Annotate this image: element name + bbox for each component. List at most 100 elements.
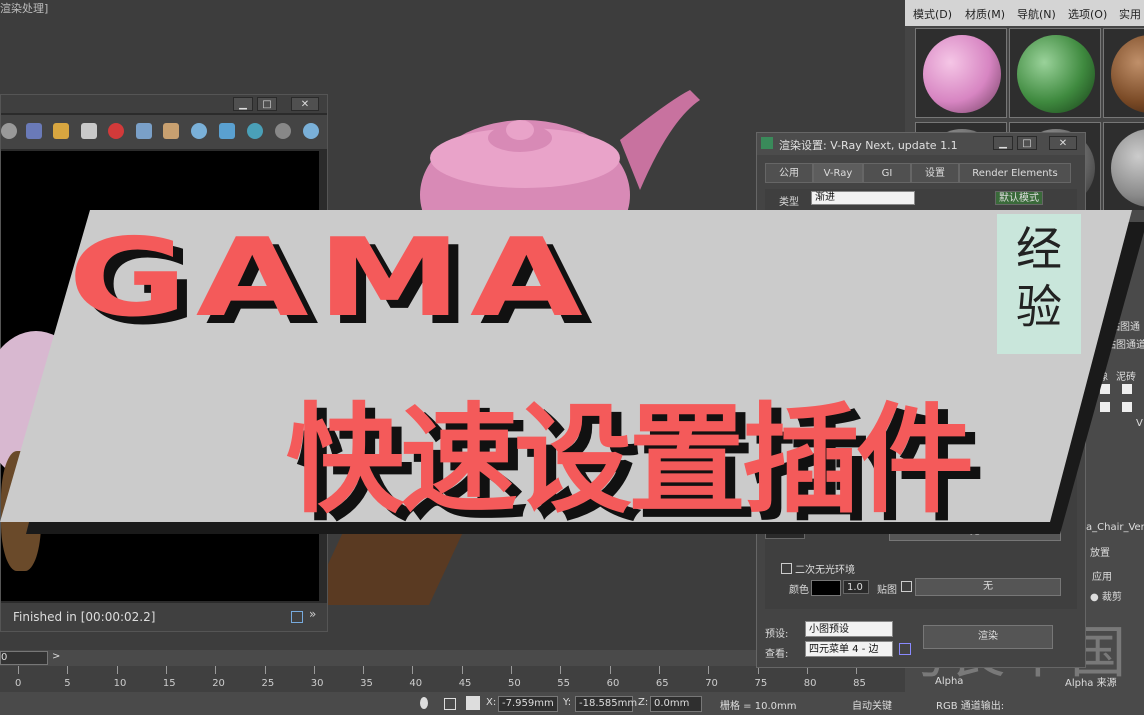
crop-radio[interactable]: ● 裁剪 xyxy=(1090,588,1122,603)
timeline-tick xyxy=(511,666,512,674)
tab-gi[interactable]: GI xyxy=(863,163,911,183)
next-frame-arrow[interactable]: > xyxy=(52,651,60,662)
close-button[interactable]: ✕ xyxy=(1049,136,1077,150)
timeline-tick-label: 55 xyxy=(557,678,571,689)
checkbox[interactable] xyxy=(1122,384,1132,394)
save-icon[interactable] xyxy=(26,123,42,139)
view-dropdown[interactable]: 四元菜单 4 - 边 xyxy=(805,641,893,657)
interactive-icon[interactable] xyxy=(247,123,263,139)
render-button[interactable]: 渲染 xyxy=(923,625,1053,649)
timeline-tick xyxy=(658,666,660,674)
render-icon[interactable] xyxy=(303,123,319,139)
map-button[interactable]: 无 xyxy=(889,523,1061,541)
timeline-tick-label: 70 xyxy=(705,678,718,689)
render-setup-dialog[interactable]: 渲染设置: V-Ray Next, update 1.1 ▁ □ ✕ 公用 V-… xyxy=(756,132,1086,668)
default-mode-badge[interactable]: 默认模式 xyxy=(995,191,1043,205)
color-swatch[interactable] xyxy=(765,525,805,539)
x-coordinate-field[interactable]: -7.959mm xyxy=(498,696,558,712)
menu-utilities[interactable]: 实用 xyxy=(1119,6,1141,22)
channel-icon[interactable] xyxy=(1,123,17,139)
y-label: Y: xyxy=(563,697,572,708)
pin-icon[interactable] xyxy=(420,697,428,709)
material-slot-2[interactable] xyxy=(1009,28,1101,118)
secondary-matte-env-checkbox[interactable] xyxy=(781,563,792,574)
placement-label: 放置 xyxy=(1090,548,1110,559)
material-slot-3[interactable] xyxy=(1103,28,1144,118)
timeline-tick-label: 50 xyxy=(508,678,521,689)
timeline-tick-label: 30 xyxy=(310,678,324,689)
preset-dropdown[interactable]: 小图预设 xyxy=(805,621,893,637)
timeline-tick xyxy=(165,666,167,674)
map-channel-label-2: 贴图通道 xyxy=(1106,340,1144,351)
stop-icon[interactable] xyxy=(275,123,291,139)
vray-frame-buffer-window[interactable]: ▁ □ ✕ Finished in [00:00:02.2] » xyxy=(0,94,328,632)
timeline-tick-label: 75 xyxy=(754,678,768,689)
timeline-tick xyxy=(461,666,463,674)
close-button[interactable]: ✕ xyxy=(291,97,319,111)
map-label: 贴图 xyxy=(877,585,897,596)
expand-icon[interactable]: » xyxy=(309,607,316,621)
bitmap-name: a_Chair_Vers xyxy=(1086,522,1144,533)
map-checkbox[interactable] xyxy=(901,581,912,592)
status-bar: X: -7.959mm Y: -18.585mm Z: 0.0mm 栅格 = 1… xyxy=(0,692,1144,715)
rgb-output-label: RGB 通道输出: xyxy=(936,701,1005,712)
minimize-button[interactable]: ▁ xyxy=(233,97,253,111)
checkbox[interactable] xyxy=(1100,402,1110,412)
timeline-tick xyxy=(708,666,710,674)
minimize-button[interactable]: ▁ xyxy=(993,136,1013,150)
view-label: 查看: xyxy=(765,649,789,660)
render-teapot-icon[interactable] xyxy=(191,123,207,139)
render-setup-titlebar[interactable]: 渲染设置: V-Ray Next, update 1.1 ▁ □ ✕ xyxy=(757,133,1085,155)
timeline-tick-label: 65 xyxy=(655,678,669,689)
teapot-model[interactable] xyxy=(390,80,710,240)
auto-key-button[interactable]: 自动关键 xyxy=(852,697,892,712)
ipr-icon[interactable] xyxy=(219,123,235,139)
history-icon[interactable] xyxy=(136,123,152,139)
timeline-tick-label: 0 xyxy=(15,678,22,689)
menu-material[interactable]: 材质(M) xyxy=(965,6,1005,22)
material-sphere xyxy=(1111,35,1144,113)
material-slot-6[interactable] xyxy=(1103,122,1144,212)
absolute-mode-icon[interactable] xyxy=(466,696,480,710)
material-slot-1[interactable] xyxy=(915,28,1007,118)
image-sampler-type-dropdown[interactable]: 渐进 xyxy=(811,191,915,205)
menu-options[interactable]: 选项(O) xyxy=(1068,6,1107,22)
material-sphere xyxy=(1111,129,1144,207)
lock-view-icon[interactable] xyxy=(899,643,911,655)
timeline-tick-label: 20 xyxy=(212,678,225,689)
tab-settings[interactable]: 设置 xyxy=(911,163,959,183)
render-canvas[interactable] xyxy=(0,151,319,601)
env-color-swatch[interactable] xyxy=(811,580,841,596)
region-icon[interactable] xyxy=(163,123,179,139)
menu-mode[interactable]: 模式(D) xyxy=(913,6,952,22)
checkbox[interactable] xyxy=(1100,384,1110,394)
menu-navigation[interactable]: 导航(N) xyxy=(1017,6,1056,22)
clipboard-icon[interactable] xyxy=(81,123,97,139)
tab-vray[interactable]: V-Ray xyxy=(813,163,863,183)
frame-buffer-statusbar: Finished in [00:00:02.2] » xyxy=(1,603,327,631)
apply-label: 应用 xyxy=(1092,572,1112,583)
timeline-tick-label: 80 xyxy=(803,678,817,689)
timeline-ruler[interactable]: 0 5 10 15 20 25 30 35 40 45 50 55 60 65 70 75 80 85 xyxy=(0,666,905,692)
maximize-button[interactable]: □ xyxy=(1017,136,1037,150)
timeline-tick xyxy=(67,666,69,674)
time-slider-field[interactable]: 0 xyxy=(0,651,48,665)
timeline-tick-label: 10 xyxy=(113,678,127,689)
timeline-tick xyxy=(116,666,118,674)
clear-icon[interactable] xyxy=(108,123,124,139)
timeline-tick xyxy=(609,666,611,674)
env-map-button[interactable]: 无 xyxy=(915,578,1061,596)
z-coordinate-field[interactable]: 0.0mm xyxy=(650,696,702,712)
folder-icon[interactable] xyxy=(53,123,69,139)
maximize-button[interactable]: □ xyxy=(257,97,277,111)
history-window-icon[interactable] xyxy=(291,611,303,623)
tab-render-elements[interactable]: Render Elements xyxy=(959,163,1071,183)
y-coordinate-field[interactable]: -18.585mm xyxy=(575,696,637,712)
timeline-tick-label: 35 xyxy=(360,678,373,689)
preset-label: 预设: xyxy=(765,629,789,640)
checkbox[interactable] xyxy=(1122,402,1132,412)
lock-icon[interactable] xyxy=(444,698,456,710)
env-multiplier-field[interactable]: 1.0 xyxy=(843,580,869,594)
frame-buffer-titlebar[interactable]: ▁ □ ✕ xyxy=(1,95,327,113)
tab-common[interactable]: 公用 xyxy=(765,163,813,183)
